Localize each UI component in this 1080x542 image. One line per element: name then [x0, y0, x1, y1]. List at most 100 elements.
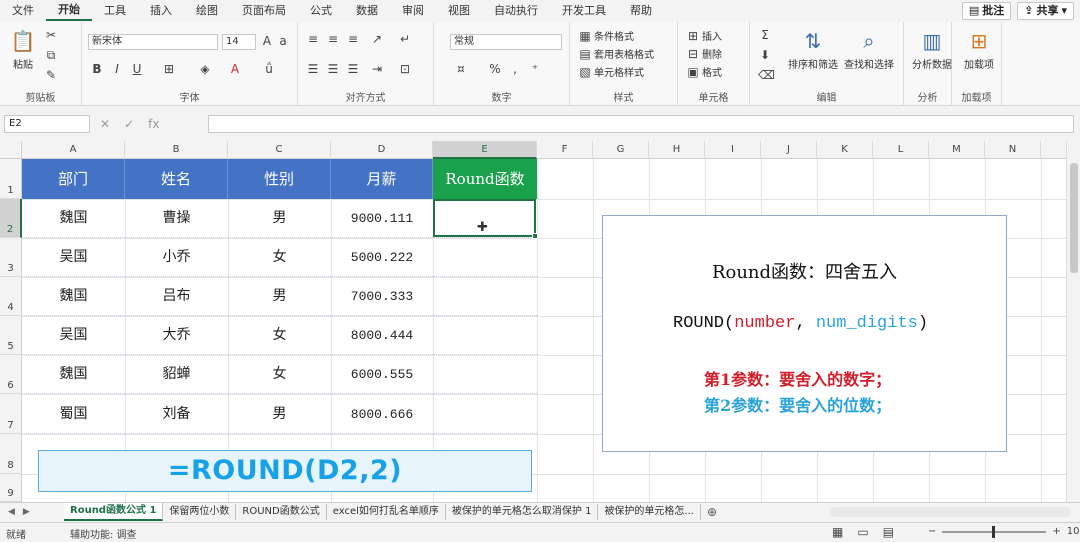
- shrink-font-button[interactable]: a: [276, 34, 290, 48]
- sheet-tab[interactable]: 被保护的单元格怎...: [598, 503, 701, 520]
- wrap-text-button[interactable]: ↵: [398, 32, 412, 46]
- table-cell[interactable]: 大乔: [125, 316, 228, 355]
- table-cell[interactable]: 5000.222: [331, 238, 433, 277]
- tab-view[interactable]: 视图: [436, 0, 482, 22]
- header-cell-name[interactable]: 姓名: [125, 159, 228, 199]
- prev-sheet-icon[interactable]: ◀: [8, 507, 15, 517]
- fx-icon[interactable]: fx: [148, 115, 159, 133]
- column-header-b[interactable]: B: [125, 141, 228, 159]
- column-header-n[interactable]: N: [985, 141, 1041, 159]
- row-header-6[interactable]: 6: [0, 355, 22, 394]
- align-center-button[interactable]: ☰: [326, 62, 340, 76]
- row-header-9[interactable]: 9: [0, 474, 22, 502]
- share-button[interactable]: ⇪ 共享 ▾: [1017, 2, 1074, 20]
- fill-handle[interactable]: [532, 233, 538, 239]
- paste-button[interactable]: 📋 粘贴: [10, 28, 36, 71]
- normal-view-icon[interactable]: ▦: [832, 525, 843, 539]
- table-cell[interactable]: 刘备: [125, 395, 228, 434]
- format-cells-button[interactable]: ▣ 格式: [686, 64, 722, 80]
- delete-cells-button[interactable]: ⊟ 删除: [686, 46, 722, 62]
- column-header-k[interactable]: K: [817, 141, 873, 159]
- zoom-slider-thumb[interactable]: [992, 525, 996, 538]
- orientation-button[interactable]: ↗: [370, 32, 384, 46]
- zoom-in-icon[interactable]: +: [1052, 526, 1060, 537]
- tab-file[interactable]: 文件: [0, 0, 46, 22]
- table-cell[interactable]: 8000.444: [331, 316, 433, 355]
- header-cell-gender[interactable]: 性别: [228, 159, 331, 199]
- format-as-table-button[interactable]: ▤ 套用表格格式: [578, 46, 654, 62]
- table-cell[interactable]: 蜀国: [22, 395, 125, 434]
- table-cell[interactable]: [433, 355, 537, 394]
- tab-review[interactable]: 审阅: [390, 0, 436, 22]
- copy-button[interactable]: ⧉: [44, 48, 58, 62]
- tab-data[interactable]: 数据: [344, 0, 390, 22]
- table-cell[interactable]: 7000.333: [331, 277, 433, 316]
- analyze-data-button[interactable]: ▥ 分析数据: [912, 28, 952, 71]
- row-header-1[interactable]: 1: [0, 159, 22, 199]
- number-format-select[interactable]: 常规: [450, 34, 562, 50]
- percent-button[interactable]: %: [488, 62, 502, 76]
- table-cell[interactable]: 小乔: [125, 238, 228, 277]
- table-cell[interactable]: 貂蝉: [125, 355, 228, 394]
- name-box[interactable]: E2: [4, 115, 90, 133]
- table-cell[interactable]: 9000.111: [331, 199, 433, 238]
- scrollbar-thumb[interactable]: [1070, 163, 1078, 273]
- table-cell[interactable]: 吴国: [22, 316, 125, 355]
- font-name-select[interactable]: 新宋体: [88, 34, 218, 50]
- column-header-l[interactable]: L: [873, 141, 929, 159]
- table-cell[interactable]: 魏国: [22, 199, 125, 238]
- check-icon[interactable]: ✓: [124, 115, 134, 133]
- indent-button[interactable]: ⇥: [370, 62, 384, 76]
- table-cell[interactable]: [433, 395, 537, 434]
- table-cell[interactable]: 男: [228, 395, 331, 434]
- tab-automate[interactable]: 自动执行: [482, 0, 550, 22]
- row-header-5[interactable]: 5: [0, 316, 22, 355]
- tab-developer[interactable]: 开发工具: [550, 0, 618, 22]
- fill-color-button[interactable]: ◈: [198, 62, 212, 76]
- align-left-button[interactable]: ☰: [306, 62, 320, 76]
- column-header-a[interactable]: A: [22, 141, 125, 159]
- sheet-tab[interactable]: 保留两位小数: [163, 503, 237, 520]
- select-all-corner[interactable]: [0, 141, 22, 159]
- increase-decimal-button[interactable]: ⁺: [528, 62, 542, 76]
- format-painter-button[interactable]: ✎: [44, 68, 58, 82]
- table-cell[interactable]: 吕布: [125, 277, 228, 316]
- worksheet-grid[interactable]: A B C D E F G H I J K L M N 1 2 3 4 5 6 …: [0, 141, 1080, 502]
- column-header-m[interactable]: M: [929, 141, 985, 159]
- next-sheet-icon[interactable]: ▶: [23, 507, 30, 517]
- tab-draw[interactable]: 绘图: [184, 0, 230, 22]
- column-header-d[interactable]: D: [331, 141, 433, 159]
- tab-insert[interactable]: 插入: [138, 0, 184, 22]
- comment-button[interactable]: ▤ 批注: [961, 2, 1012, 20]
- add-sheet-icon[interactable]: ⊕: [701, 505, 723, 519]
- row-header-7[interactable]: 7: [0, 394, 22, 434]
- underline-button[interactable]: U: [130, 62, 144, 76]
- table-cell[interactable]: 魏国: [22, 355, 125, 394]
- row-header-3[interactable]: 3: [0, 238, 22, 277]
- table-cell[interactable]: [433, 238, 537, 277]
- table-cell[interactable]: 女: [228, 316, 331, 355]
- accounting-button[interactable]: ¤: [454, 62, 468, 76]
- info-textbox[interactable]: Round函数：四舍五入 ROUND(number, num_digits) 第…: [602, 215, 1007, 452]
- conditional-format-button[interactable]: ▦ 条件格式: [578, 28, 634, 44]
- align-top-button[interactable]: ≡: [306, 32, 320, 46]
- formula-input[interactable]: [208, 115, 1074, 133]
- column-header-j[interactable]: J: [761, 141, 817, 159]
- table-cell[interactable]: 女: [228, 238, 331, 277]
- align-right-button[interactable]: ☰: [346, 62, 360, 76]
- column-header-c[interactable]: C: [228, 141, 331, 159]
- row-header-2[interactable]: 2: [0, 199, 22, 238]
- align-middle-button[interactable]: ≡: [326, 32, 340, 46]
- zoom-slider[interactable]: [942, 525, 1047, 538]
- fill-button[interactable]: ⬇: [758, 48, 772, 62]
- header-cell-department[interactable]: 部门: [22, 159, 125, 199]
- sort-filter-button[interactable]: ⇅ 排序和筛选: [788, 28, 838, 71]
- table-cell[interactable]: 吴国: [22, 238, 125, 277]
- zoom-out-icon[interactable]: −: [928, 526, 936, 537]
- sheet-tab-active[interactable]: Round函数公式 1: [64, 502, 164, 521]
- sheet-tab[interactable]: ROUND函数公式: [236, 503, 327, 520]
- italic-button[interactable]: I: [110, 62, 124, 76]
- column-header-g[interactable]: G: [593, 141, 649, 159]
- row-header-4[interactable]: 4: [0, 277, 22, 316]
- autosum-button[interactable]: Σ: [758, 28, 772, 42]
